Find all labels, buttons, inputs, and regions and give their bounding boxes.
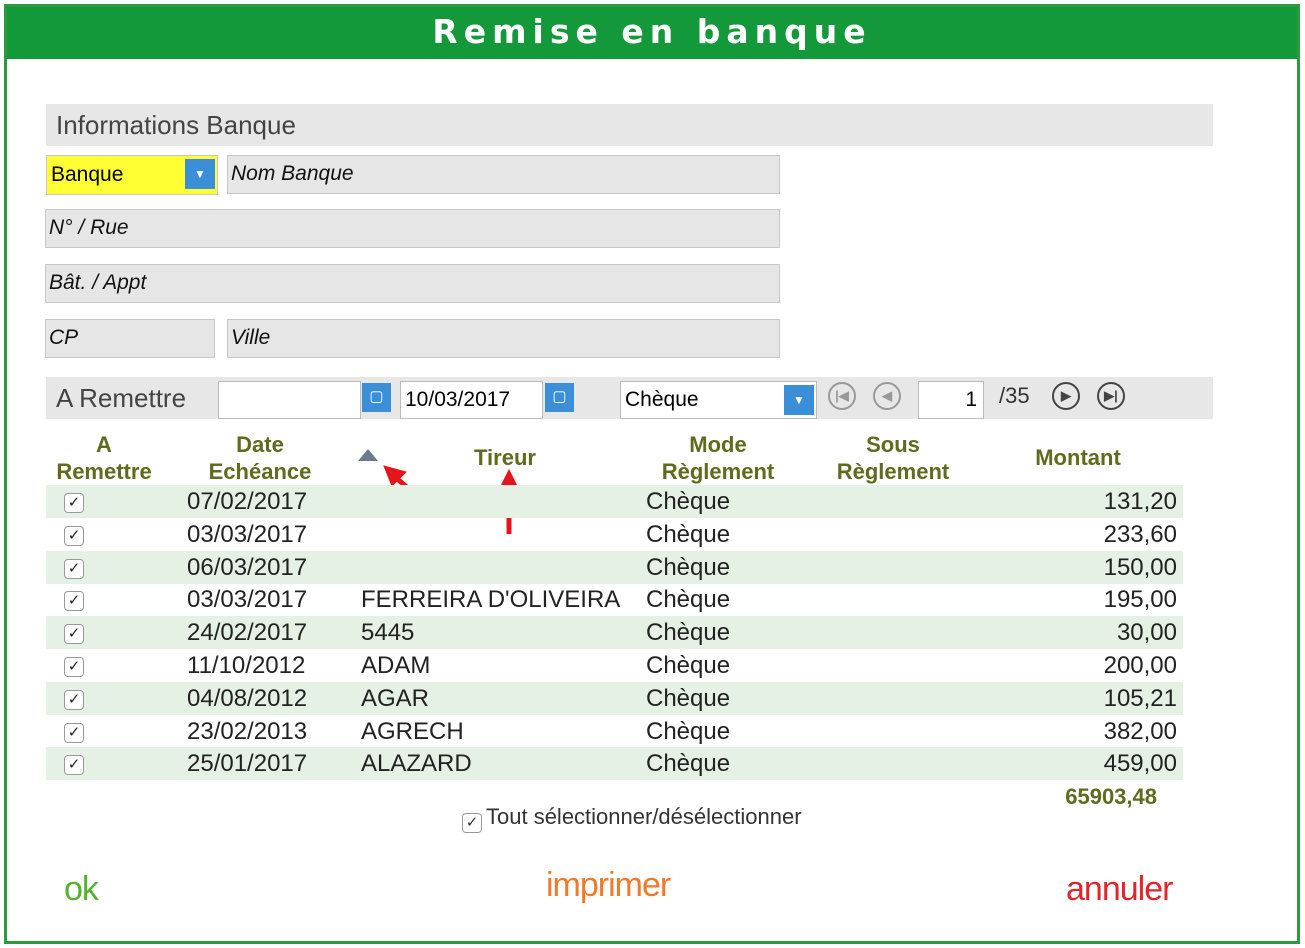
- header-montant[interactable]: Montant: [1016, 444, 1140, 471]
- header-a-remettre[interactable]: A Remettre: [46, 431, 162, 485]
- row-mode: Chèque: [646, 750, 731, 778]
- row-amount: 30,00: [1116, 619, 1177, 647]
- header-mode-line1: Mode: [689, 432, 747, 457]
- remit-bar-label: A Remettre: [56, 383, 187, 413]
- total-amount: 65903,48: [1065, 784, 1157, 809]
- select-all-label: Tout sélectionner/désélectionner: [486, 804, 802, 829]
- page-number-input[interactable]: 1: [918, 381, 984, 419]
- row-checkbox[interactable]: ✓: [64, 493, 84, 513]
- page-total: /35: [999, 383, 1030, 408]
- row-amount: 200,00: [1103, 652, 1177, 679]
- date-to-input[interactable]: 10/03/2017: [400, 381, 543, 419]
- row-amount: 150,00: [1103, 553, 1177, 581]
- header-sous[interactable]: Sous Règlement: [822, 431, 964, 485]
- row-date: 23/02/2013: [187, 717, 308, 745]
- row-amount: 105,21: [1103, 684, 1177, 712]
- row-mode: Chèque: [646, 684, 731, 712]
- row-amount: 459,00: [1103, 750, 1177, 778]
- table-row[interactable]: ✓ 24/02/2017 5445 Chèque 30,00: [46, 616, 1183, 650]
- row-checkbox[interactable]: ✓: [64, 722, 84, 743]
- mode-select[interactable]: Chèque ▼: [620, 381, 817, 419]
- row-tireur: AGRECH: [361, 717, 464, 745]
- building-field[interactable]: Bât. / Appt: [45, 264, 780, 303]
- select-all-toggle[interactable]: ✓ Tout sélectionner/désélectionner: [462, 804, 802, 833]
- row-date: 11/10/2012: [187, 652, 306, 679]
- table-row[interactable]: ✓ 23/02/2013 AGRECH Chèque 382,00: [46, 715, 1183, 748]
- row-mode: Chèque: [646, 520, 731, 548]
- row-tireur: ADAM: [361, 652, 431, 679]
- cancel-button[interactable]: annuler: [1066, 870, 1173, 909]
- table-row[interactable]: ✓ 25/01/2017 ALAZARD Chèque 459,00: [46, 747, 1183, 781]
- prev-page-icon[interactable]: ◀: [873, 382, 901, 410]
- select-all-checkbox[interactable]: ✓: [462, 813, 482, 833]
- row-date: 24/02/2017: [187, 619, 308, 647]
- next-page-icon[interactable]: ▶: [1052, 382, 1080, 410]
- first-page-icon[interactable]: |◀: [828, 382, 856, 410]
- row-mode: Chèque: [646, 488, 731, 515]
- header-date-line2: Echéance: [208, 459, 312, 484]
- header-sous-line1: Sous: [866, 432, 920, 457]
- table-row[interactable]: ✓ 07/02/2017 Chèque 131,20: [46, 485, 1183, 518]
- header-tireur[interactable]: Tireur: [440, 444, 570, 471]
- row-checkbox[interactable]: ✓: [64, 624, 84, 645]
- last-page-icon[interactable]: ▶|: [1097, 382, 1125, 410]
- row-tireur: ALAZARD: [361, 750, 472, 778]
- street-field[interactable]: N° / Rue: [45, 209, 780, 248]
- row-checkbox[interactable]: ✓: [64, 591, 84, 612]
- row-checkbox[interactable]: ✓: [64, 689, 84, 710]
- row-date: 25/01/2017: [187, 750, 308, 778]
- header-a-remettre-line1: A: [96, 432, 112, 457]
- row-mode: Chèque: [646, 619, 731, 647]
- bank-select[interactable]: Banque ▼: [46, 155, 218, 195]
- header-a-remettre-line2: Remettre: [56, 459, 152, 484]
- bank-name-field[interactable]: Nom Banque: [227, 155, 780, 194]
- row-date: 03/03/2017: [187, 520, 308, 548]
- window-title: Remise en banque: [7, 7, 1297, 59]
- print-button[interactable]: imprimer: [546, 866, 671, 905]
- table-row[interactable]: ✓ 11/10/2012 ADAM Chèque 200,00: [46, 649, 1183, 682]
- table-row[interactable]: ✓ 06/03/2017 Chèque 150,00: [46, 550, 1183, 584]
- table-row[interactable]: ✓ 03/03/2017 Chèque 233,60: [46, 518, 1183, 551]
- header-date-line1: Date: [236, 432, 284, 457]
- mode-select-value: Chèque: [625, 388, 699, 411]
- date-from-input[interactable]: [218, 381, 361, 419]
- row-checkbox[interactable]: ✓: [64, 525, 84, 546]
- chevron-down-icon[interactable]: ▼: [784, 385, 814, 415]
- row-mode: Chèque: [646, 553, 731, 581]
- chevron-down-icon[interactable]: ▼: [185, 159, 215, 189]
- row-date: 06/03/2017: [187, 553, 308, 581]
- bank-info-section-title: Informations Banque: [46, 104, 1213, 146]
- header-sous-line2: Règlement: [836, 459, 950, 484]
- city-field[interactable]: Ville: [227, 319, 780, 358]
- row-date: 03/03/2017: [187, 586, 308, 614]
- row-mode: Chèque: [646, 586, 731, 614]
- sort-ascending-icon[interactable]: [358, 449, 378, 461]
- row-checkbox[interactable]: ✓: [64, 558, 84, 579]
- header-mode-line2: Règlement: [661, 459, 775, 484]
- table-row[interactable]: ✓ 03/03/2017 FERREIRA D'OLIVEIRA Chèque 195,…: [46, 583, 1183, 616]
- row-date: 07/02/2017: [187, 488, 308, 515]
- row-mode: Chèque: [646, 717, 731, 745]
- bank-select-value: Banque: [51, 163, 124, 186]
- row-checkbox[interactable]: ✓: [64, 657, 84, 677]
- row-tireur: AGAR: [361, 684, 430, 712]
- row-amount: 382,00: [1103, 717, 1177, 745]
- header-date[interactable]: Date Echéance: [190, 431, 330, 485]
- row-amount: 195,00: [1103, 586, 1177, 614]
- row-tireur: FERREIRA D'OLIVEIRA: [361, 586, 621, 614]
- row-date: 04/08/2012: [187, 684, 308, 712]
- postal-code-field[interactable]: CP: [45, 319, 215, 358]
- ok-button[interactable]: ok: [64, 870, 99, 909]
- header-mode[interactable]: Mode Règlement: [648, 431, 788, 485]
- row-amount: 131,20: [1103, 488, 1177, 515]
- row-tireur: 5445: [361, 619, 415, 647]
- row-amount: 233,60: [1103, 520, 1177, 548]
- row-mode: Chèque: [646, 652, 731, 679]
- table-row[interactable]: ✓ 04/08/2012 AGAR Chèque 105,21: [46, 681, 1183, 715]
- calendar-from-icon[interactable]: ▢: [362, 383, 391, 412]
- row-checkbox[interactable]: ✓: [64, 755, 84, 776]
- calendar-to-icon[interactable]: ▢: [545, 383, 574, 412]
